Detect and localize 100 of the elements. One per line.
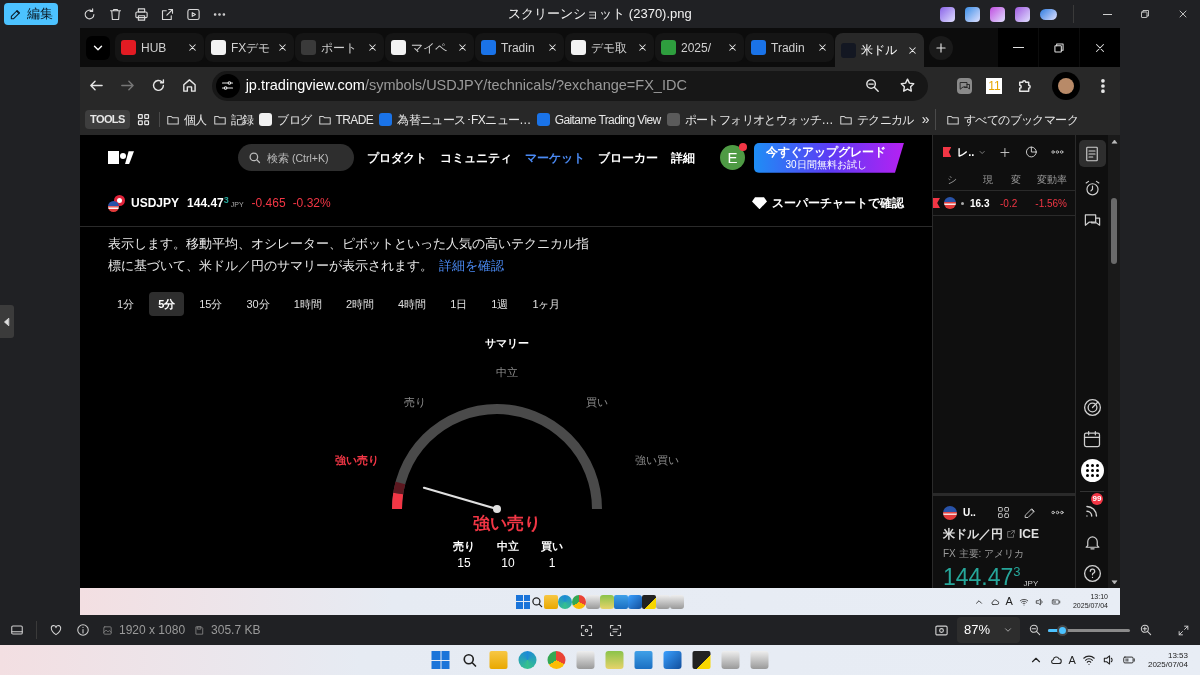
timeframe-tab[interactable]: 1時間 [284,292,331,316]
browser-tab[interactable]: デモ取 [565,33,654,62]
search-icon[interactable] [460,651,479,669]
more-bookmarks-button[interactable]: » [921,109,936,130]
calendar-icon[interactable] [1082,429,1102,449]
photos-icon[interactable] [663,651,682,669]
timeframe-tab[interactable]: 1ヶ月 [523,292,570,316]
bookmark-star-icon[interactable] [898,77,916,94]
bookmark-chip[interactable]: TOOLS [85,110,130,129]
watchlist-button[interactable] [1078,140,1106,167]
zoom-out-icon[interactable] [1028,623,1042,637]
apps-button[interactable] [1080,459,1104,482]
photos-icon[interactable] [628,594,642,609]
previous-button[interactable] [0,305,14,338]
upgrade-button[interactable]: 今すぐアップグレード 30日間無料お試し [754,142,904,173]
clock[interactable]: 13:53 2025/07/04 [1147,650,1188,670]
browser-tab[interactable]: Tradin [745,33,834,62]
browser-tab[interactable]: 2025/ [655,33,744,62]
edit-button[interactable]: 編集 [4,3,58,25]
zoom-dropdown[interactable]: 87% [957,617,1020,643]
cloud-icon[interactable] [1048,653,1063,667]
battery-icon[interactable] [1050,596,1061,607]
aspect-icon[interactable] [934,622,949,638]
chart-pie-icon[interactable] [1023,144,1039,160]
profile-avatar[interactable] [1052,71,1081,100]
timeframe-tab[interactable]: 1分 [108,292,144,316]
wifi-icon[interactable] [1081,653,1096,667]
app-icon[interactable] [990,6,1005,22]
timeframe-tab[interactable]: 4時間 [389,292,436,316]
scrollbar-thumb[interactable] [1111,198,1117,264]
ime-indicator[interactable]: A [1068,651,1076,669]
cloud-icon[interactable] [989,596,1000,607]
symbol-name[interactable]: 米ドル／円 [943,525,1003,543]
close-icon[interactable] [907,44,918,56]
nav-link[interactable]: マーケット [525,148,585,167]
rotate-icon[interactable] [82,6,97,22]
timeframe-tab[interactable]: 1週 [482,292,518,316]
browser-icon[interactable] [547,651,566,669]
timeframe-tab[interactable]: 15分 [190,292,232,316]
timeframe-tab[interactable]: 5分 [149,292,185,316]
visual-search-icon[interactable] [579,622,594,638]
bookmark-folder[interactable]: すべてのブックマーク [946,110,1078,129]
share-icon[interactable] [160,6,175,22]
battery-icon[interactable] [1121,653,1136,667]
edit-icon[interactable] [1023,505,1038,520]
tab-search-button[interactable] [86,36,110,60]
browser-tab[interactable]: マイペ [385,33,474,62]
bookmark-folder[interactable]: テクニカル [838,110,914,129]
new-tab-button[interactable] [929,36,953,60]
slider-thumb[interactable] [1056,624,1068,636]
favorite-icon[interactable] [49,623,63,637]
nav-link[interactable]: ブローカー [598,148,658,167]
zoom-icon[interactable] [863,77,881,94]
close-icon[interactable] [547,42,558,53]
fullscreen-icon[interactable] [1177,623,1190,637]
delete-icon[interactable] [108,6,123,22]
cloud-icon[interactable] [1040,8,1057,20]
info-icon[interactable] [76,623,90,637]
supercharts-link[interactable]: スーパーチャートで確認 [752,194,904,213]
search-field[interactable]: 検索 (Ctrl+K) [238,144,354,172]
bookmark-link[interactable]: ポートフォリオとウォッチ… [666,110,833,129]
bookmark-link[interactable]: ブログ [259,110,312,129]
close-icon[interactable] [187,42,198,53]
watchlist-title[interactable]: レ.. [957,143,975,161]
zoom-in-icon[interactable] [1139,623,1153,637]
start-icon[interactable] [516,594,530,609]
start-icon[interactable] [431,651,450,669]
bookmark-folder[interactable]: 個人 [165,110,207,129]
layout-icon[interactable] [996,505,1011,520]
bookmark-link[interactable]: Gaitame Trading View [536,110,661,129]
slideshow-icon[interactable] [186,6,201,22]
restore-button[interactable] [1039,28,1079,67]
bookmark-folder[interactable]: 記録 [212,110,254,129]
notepad-icon[interactable] [634,651,653,669]
filmstrip-icon[interactable] [10,623,24,637]
column-header[interactable]: 変動率 [1037,172,1067,187]
app-icon[interactable] [1015,6,1030,22]
ime-indicator[interactable]: A [1005,593,1013,610]
close-icon[interactable] [367,42,378,53]
text-scan-icon[interactable] [608,622,623,638]
address-bar[interactable]: jp.tradingview.com/symbols/USDJPY/technicals/?exchange=FX_IDC [211,70,928,101]
bookmark-link[interactable]: 為替ニュース･FXニュー… [379,110,531,129]
search-icon[interactable] [530,594,544,609]
app-icon[interactable] [965,6,980,22]
column-header[interactable]: シ [947,172,983,187]
app-icon[interactable] [692,651,711,669]
help-icon[interactable] [1081,563,1103,584]
scroll-up-icon[interactable] [1109,137,1119,146]
notepad-icon[interactable] [614,594,628,609]
nav-link[interactable]: プロダクト [367,148,427,167]
browser-tab[interactable]: HUB [115,33,204,62]
column-header[interactable]: 現 [983,172,1011,187]
close-icon[interactable] [457,42,468,53]
close-icon[interactable] [277,42,288,53]
app-icon[interactable] [940,6,955,22]
app-icon[interactable] [642,594,656,609]
external-link-icon[interactable] [1006,529,1016,539]
print-icon[interactable] [134,6,149,22]
browser-tab[interactable]: Tradin [475,33,564,62]
browser-tab[interactable]: 米ドル [835,33,924,67]
